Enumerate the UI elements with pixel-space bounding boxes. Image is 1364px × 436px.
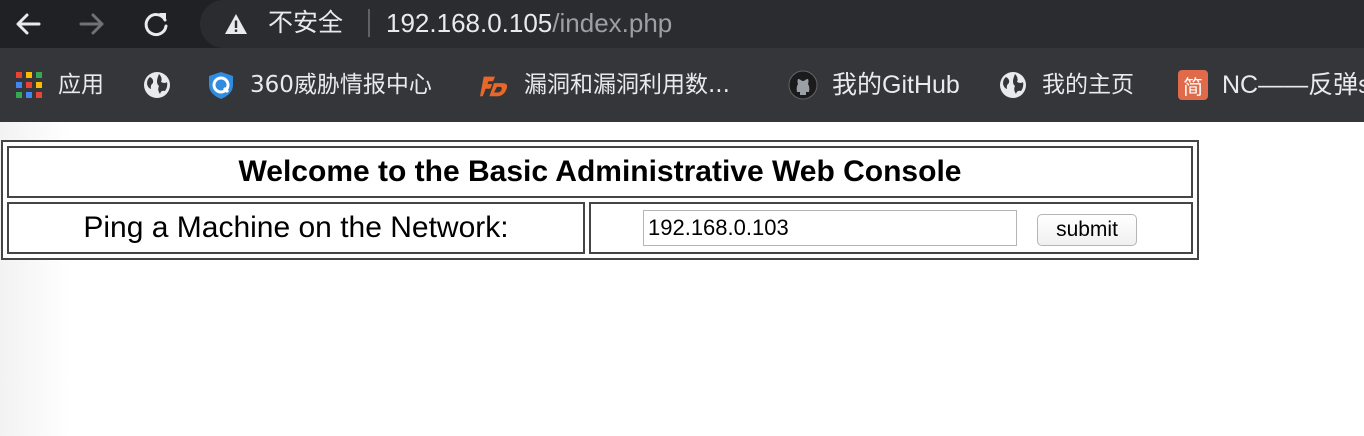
apps-grid-icon [14, 70, 44, 100]
bookmark-label: 应用 [58, 72, 104, 98]
bookmark-my-github[interactable]: 我的GitHub [788, 68, 960, 102]
github-icon [788, 70, 818, 100]
jian-badge-icon: 简 [1178, 70, 1208, 100]
globe-icon [142, 70, 172, 100]
address-bar[interactable]: 不安全 192.168.0.105/index.php [200, 0, 1364, 48]
jian-badge: 简 [1178, 70, 1208, 100]
submit-button[interactable]: submit [1037, 214, 1137, 246]
bookmark-360-threat-intel[interactable]: 360威胁情报中心 [206, 68, 432, 102]
reload-button[interactable] [138, 6, 174, 42]
bookmarks-bar: 应用 360威胁情报中心 漏洞和漏洞利用数... 我的GitHub 我的主页 简… [0, 48, 1364, 122]
omnibox-divider [368, 9, 370, 37]
url-path: /index.php [552, 8, 673, 38]
ip-address-input[interactable] [643, 210, 1017, 246]
bookmark-label: 漏洞和漏洞利用数... [524, 72, 730, 98]
warning-triangle-icon[interactable] [224, 12, 248, 36]
bookmark-label: 360威胁情报中心 [250, 72, 432, 98]
ping-form-cell: submit [589, 202, 1193, 254]
fd-logo-icon [480, 70, 510, 100]
bookmark-globe[interactable] [142, 68, 186, 102]
page-content: Welcome to the Basic Administrative Web … [0, 122, 1364, 436]
browser-toolbar: 不安全 192.168.0.105/index.php [0, 0, 1364, 48]
bookmark-my-homepage[interactable]: 我的主页 [998, 68, 1134, 102]
bookmark-label: 我的GitHub [832, 71, 960, 99]
arrow-left-icon [16, 13, 41, 35]
shield-q-icon [206, 70, 236, 100]
ping-label: Ping a Machine on the Network: [7, 202, 585, 254]
bookmark-label: NC——反弹s [1222, 71, 1364, 99]
url-host: 192.168.0.105 [386, 8, 553, 38]
reload-icon [144, 13, 168, 36]
admin-console-table: Welcome to the Basic Administrative Web … [1, 140, 1199, 260]
bookmark-exploit-db[interactable]: 漏洞和漏洞利用数... [480, 68, 730, 102]
console-title: Welcome to the Basic Administrative Web … [7, 146, 1193, 198]
forward-button[interactable] [74, 6, 110, 42]
bookmark-apps[interactable]: 应用 [14, 68, 104, 102]
back-button[interactable] [10, 6, 46, 42]
bookmark-label: 我的主页 [1042, 72, 1134, 98]
security-status-label[interactable]: 不安全 [268, 8, 343, 38]
globe-icon [998, 70, 1028, 100]
bookmark-nc-reverse-shell[interactable]: 简 NC——反弹s [1178, 68, 1364, 102]
arrow-right-icon [79, 13, 104, 35]
url-text[interactable]: 192.168.0.105/index.php [386, 7, 672, 39]
